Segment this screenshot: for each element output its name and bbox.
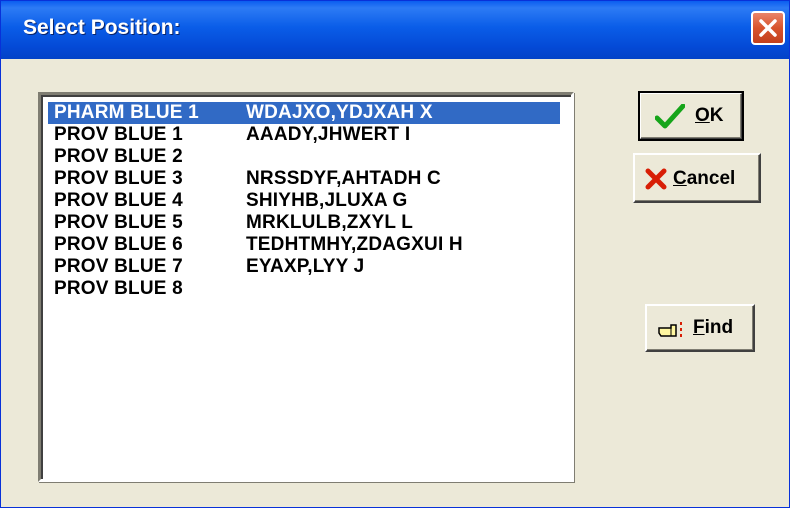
position-code: PROV BLUE 7 — [54, 256, 183, 277]
position-code: PROV BLUE 5 — [54, 212, 183, 233]
list-item[interactable]: PROV BLUE 6 TEDHTMHY,ZDAGXUI H — [48, 234, 560, 256]
close-icon — [759, 19, 777, 37]
list-item[interactable]: PROV BLUE 4 SHIYHB,JLUXA G — [48, 190, 560, 212]
cancel-button-label: Cancel — [673, 168, 736, 189]
position-code: PROV BLUE 3 — [54, 168, 183, 189]
provider-name: EYAXP,LYY J — [246, 256, 365, 277]
dialog-body: PHARM BLUE 1 WDAJXO,YDJXAH X PROV BLUE 1 AA… — [1, 59, 789, 507]
provider-name: NRSSDYF,AHTADH C — [246, 168, 441, 189]
find-button-label: Find — [693, 317, 734, 338]
position-code: PROV BLUE 6 — [54, 234, 183, 255]
provider-name: TEDHTMHY,ZDAGXUI H — [246, 234, 463, 255]
dialog-title: Select Position: — [23, 16, 181, 39]
checkmark-icon — [654, 103, 686, 136]
red-x-icon — [645, 168, 667, 196]
find-button[interactable]: Find — [645, 304, 755, 352]
list-item[interactable]: PROV BLUE 7 EYAXP,LYY J — [48, 256, 560, 278]
list-item[interactable]: PROV BLUE 3 NRSSDYF,AHTADH C — [48, 168, 560, 190]
list-item[interactable]: PROV BLUE 8 — [48, 278, 560, 300]
position-code: PROV BLUE 4 — [54, 190, 183, 211]
position-listbox[interactable]: PHARM BLUE 1 WDAJXO,YDJXAH X PROV BLUE 1 AA… — [38, 92, 574, 482]
list-item[interactable]: PROV BLUE 2 — [48, 146, 560, 168]
position-code: PROV BLUE 2 — [54, 146, 183, 167]
position-code: PROV BLUE 1 — [54, 124, 183, 145]
provider-name: MRKLULB,ZXYL L — [246, 212, 414, 233]
ok-button-label: OK — [695, 105, 724, 126]
close-button[interactable] — [751, 11, 785, 45]
pointing-hand-icon — [657, 320, 687, 346]
select-position-dialog: Select Position: PHARM BLUE 1 WDAJXO,YDJX… — [0, 0, 790, 508]
provider-name: SHIYHB,JLUXA G — [246, 190, 408, 211]
list-item[interactable]: PHARM BLUE 1 WDAJXO,YDJXAH X — [48, 102, 560, 124]
list-item[interactable]: PROV BLUE 1 AAADY,JHWERT I — [48, 124, 560, 146]
provider-name: WDAJXO,YDJXAH X — [246, 102, 433, 123]
position-code: PROV BLUE 8 — [54, 278, 183, 299]
ok-button[interactable]: OK — [638, 91, 744, 141]
provider-name — [246, 278, 560, 300]
cancel-button[interactable]: Cancel — [633, 153, 761, 203]
list-item[interactable]: PROV BLUE 5 MRKLULB,ZXYL L — [48, 212, 560, 234]
title-bar[interactable]: Select Position: — [1, 1, 789, 59]
provider-name — [246, 146, 560, 168]
position-code: PHARM BLUE 1 — [54, 102, 199, 123]
provider-name: AAADY,JHWERT I — [246, 124, 411, 145]
